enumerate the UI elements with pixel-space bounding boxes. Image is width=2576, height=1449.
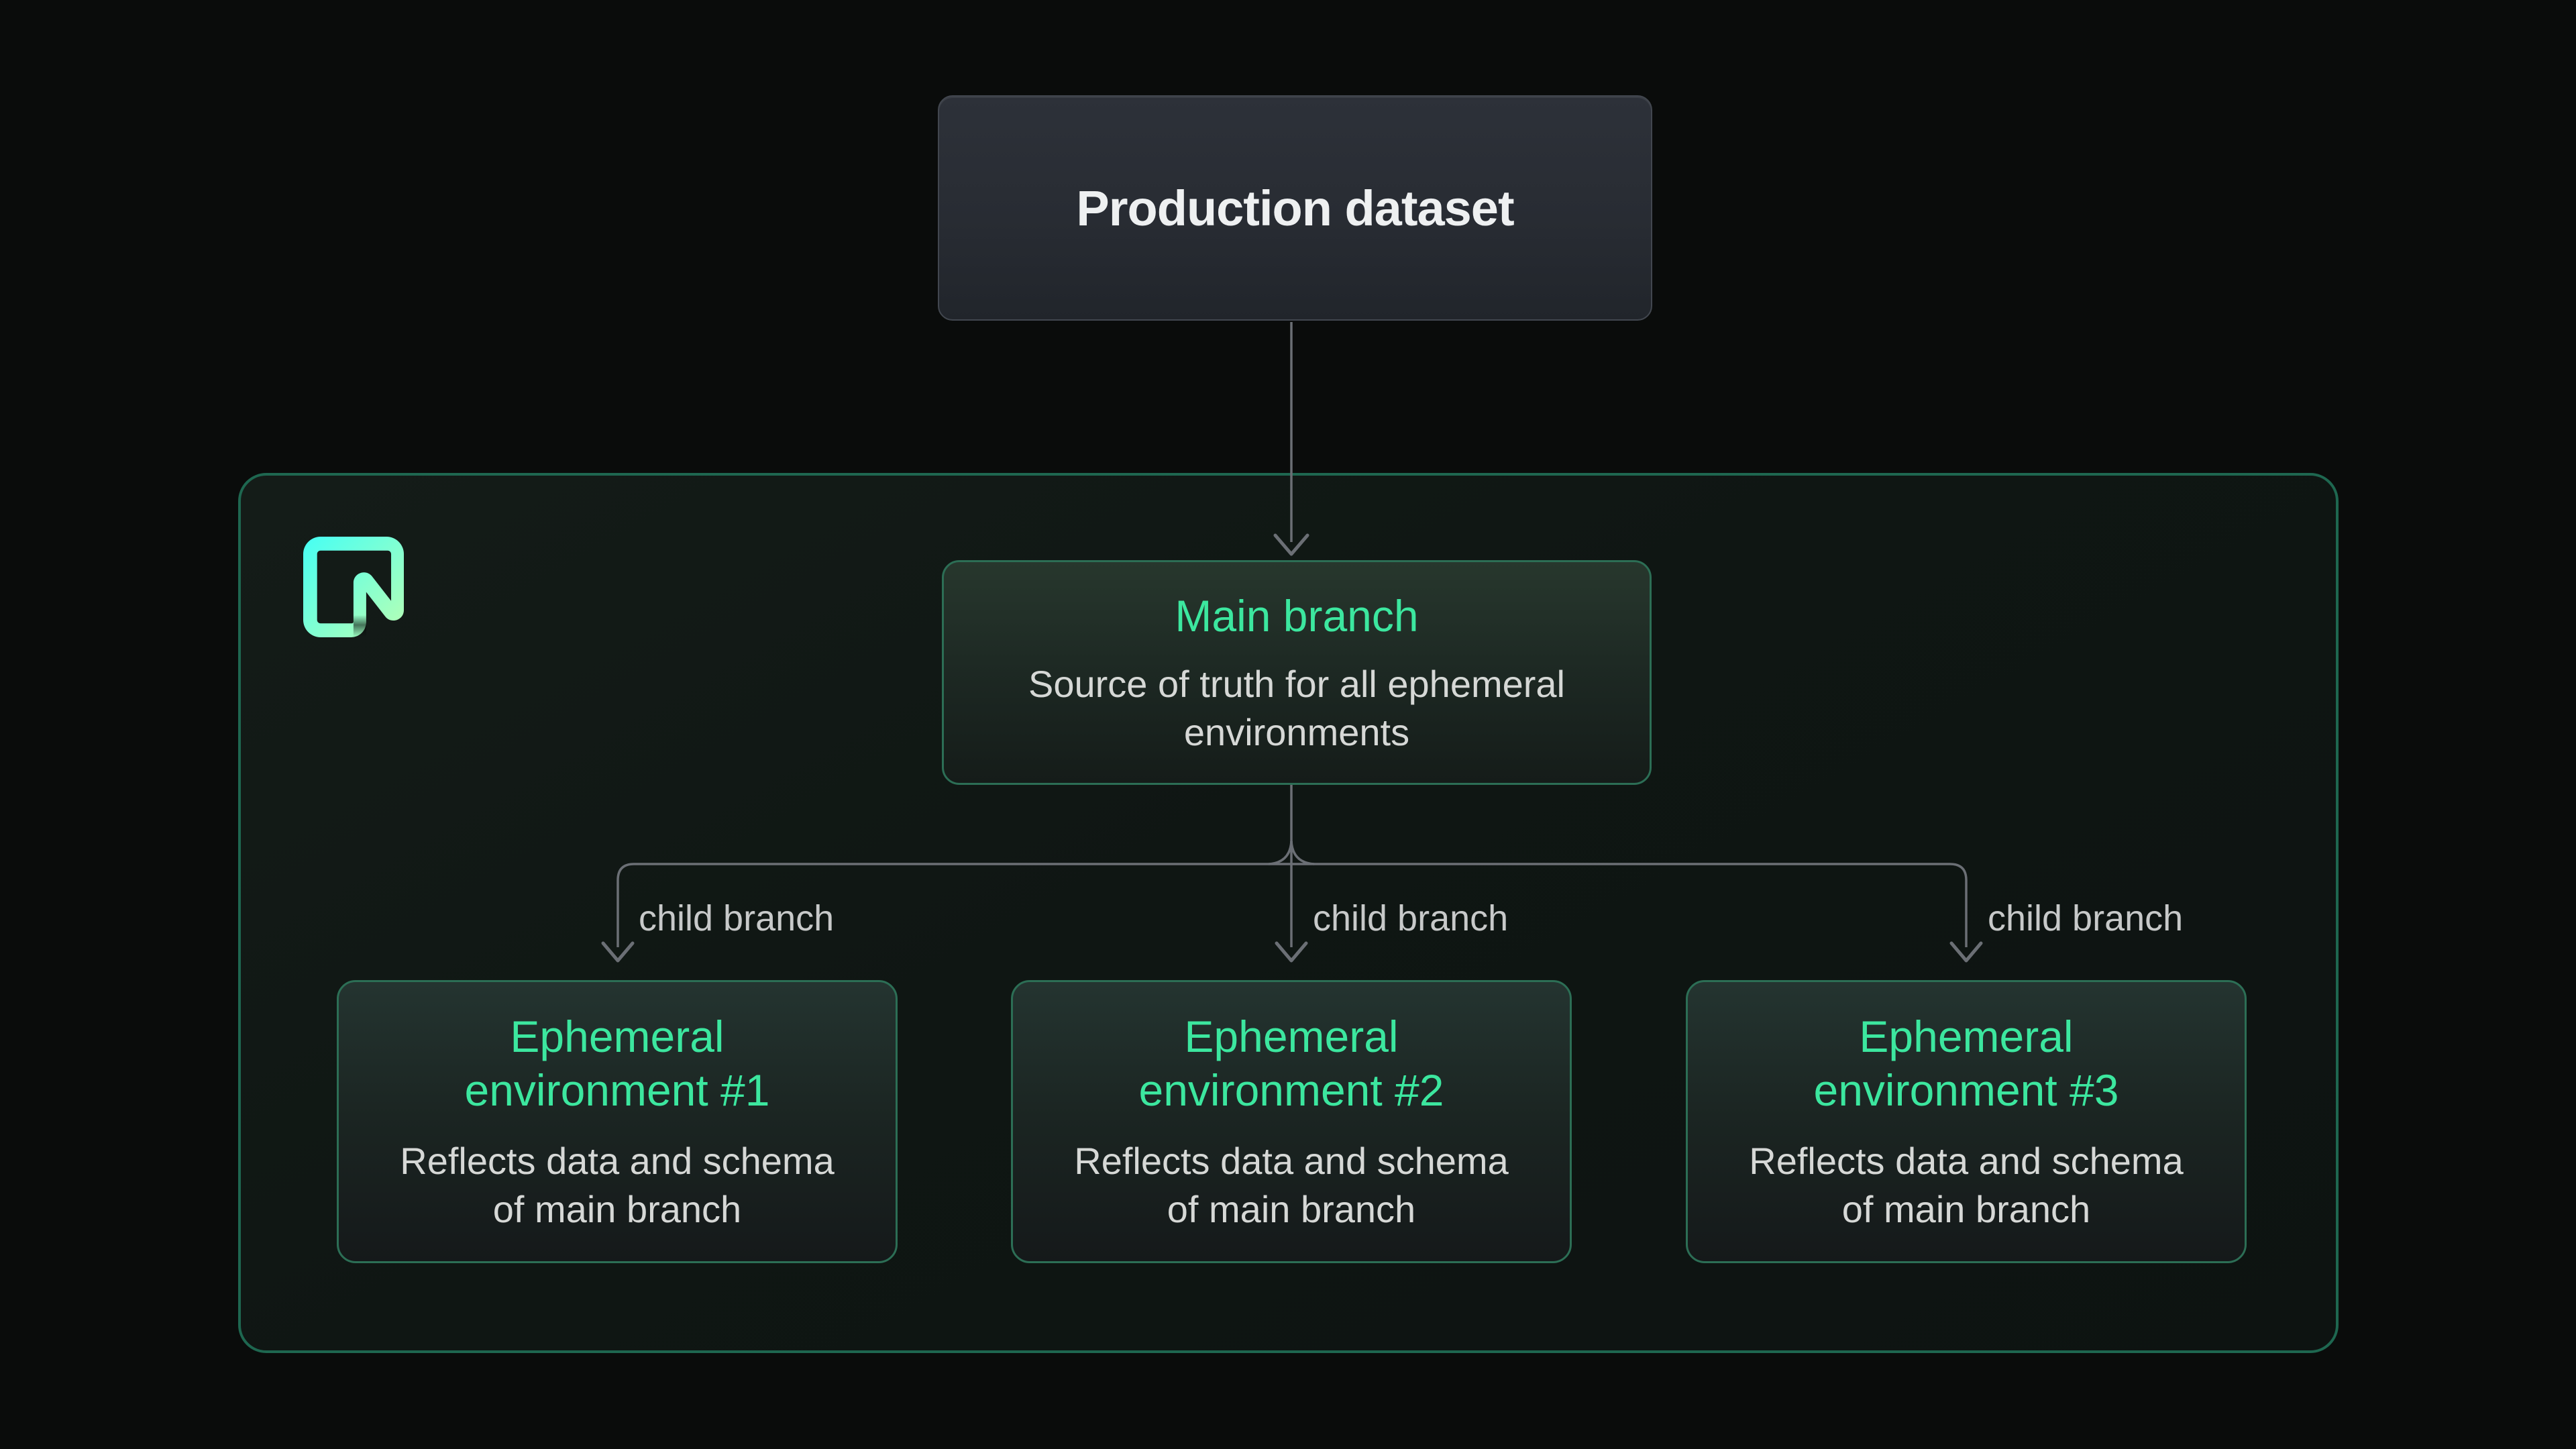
- env-3-subtitle: Reflects data and schema of main branch: [1749, 1137, 2183, 1234]
- env-2-subtitle-line2: of main branch: [1074, 1185, 1508, 1234]
- ephemeral-environment-node-3: Ephemeral environment #3 Reflects data a…: [1686, 980, 2247, 1263]
- production-dataset-title: Production dataset: [1076, 180, 1513, 237]
- ephemeral-environment-node-2: Ephemeral environment #2 Reflects data a…: [1011, 980, 1572, 1263]
- edge-label-child-branch-2: child branch: [1313, 898, 1508, 939]
- main-branch-subtitle-line2: environments: [1028, 708, 1565, 757]
- env-3-subtitle-line1: Reflects data and schema: [1749, 1137, 2183, 1185]
- env-1-subtitle-line2: of main branch: [400, 1185, 834, 1234]
- env-1-title-line2: environment #1: [465, 1063, 770, 1117]
- env-3-title-line2: environment #3: [1814, 1063, 2119, 1117]
- production-dataset-node: Production dataset: [938, 95, 1652, 321]
- env-1-subtitle-line1: Reflects data and schema: [400, 1137, 834, 1185]
- env-1-title: Ephemeral environment #1: [465, 1010, 770, 1117]
- env-1-title-line1: Ephemeral: [465, 1010, 770, 1063]
- env-3-title-line1: Ephemeral: [1814, 1010, 2119, 1063]
- edge-label-child-branch-1: child branch: [639, 898, 834, 939]
- ephemeral-environment-node-1: Ephemeral environment #1 Reflects data a…: [337, 980, 898, 1263]
- main-branch-subtitle-line1: Source of truth for all ephemeral: [1028, 660, 1565, 708]
- env-2-title-line1: Ephemeral: [1139, 1010, 1444, 1063]
- main-branch-node: Main branch Source of truth for all ephe…: [942, 560, 1652, 785]
- neon-logo-icon: [303, 537, 404, 637]
- env-2-title: Ephemeral environment #2: [1139, 1010, 1444, 1117]
- env-3-subtitle-line2: of main branch: [1749, 1185, 2183, 1234]
- env-2-subtitle: Reflects data and schema of main branch: [1074, 1137, 1508, 1234]
- env-3-title: Ephemeral environment #3: [1814, 1010, 2119, 1117]
- main-branch-subtitle: Source of truth for all ephemeral enviro…: [1028, 660, 1565, 757]
- env-2-title-line2: environment #2: [1139, 1063, 1444, 1117]
- env-1-subtitle: Reflects data and schema of main branch: [400, 1137, 834, 1234]
- main-branch-title: Main branch: [1175, 589, 1418, 643]
- diagram-canvas: Production dataset Main branch Sourc: [0, 0, 2576, 1449]
- env-2-subtitle-line1: Reflects data and schema: [1074, 1137, 1508, 1185]
- edge-label-child-branch-3: child branch: [1988, 898, 2183, 939]
